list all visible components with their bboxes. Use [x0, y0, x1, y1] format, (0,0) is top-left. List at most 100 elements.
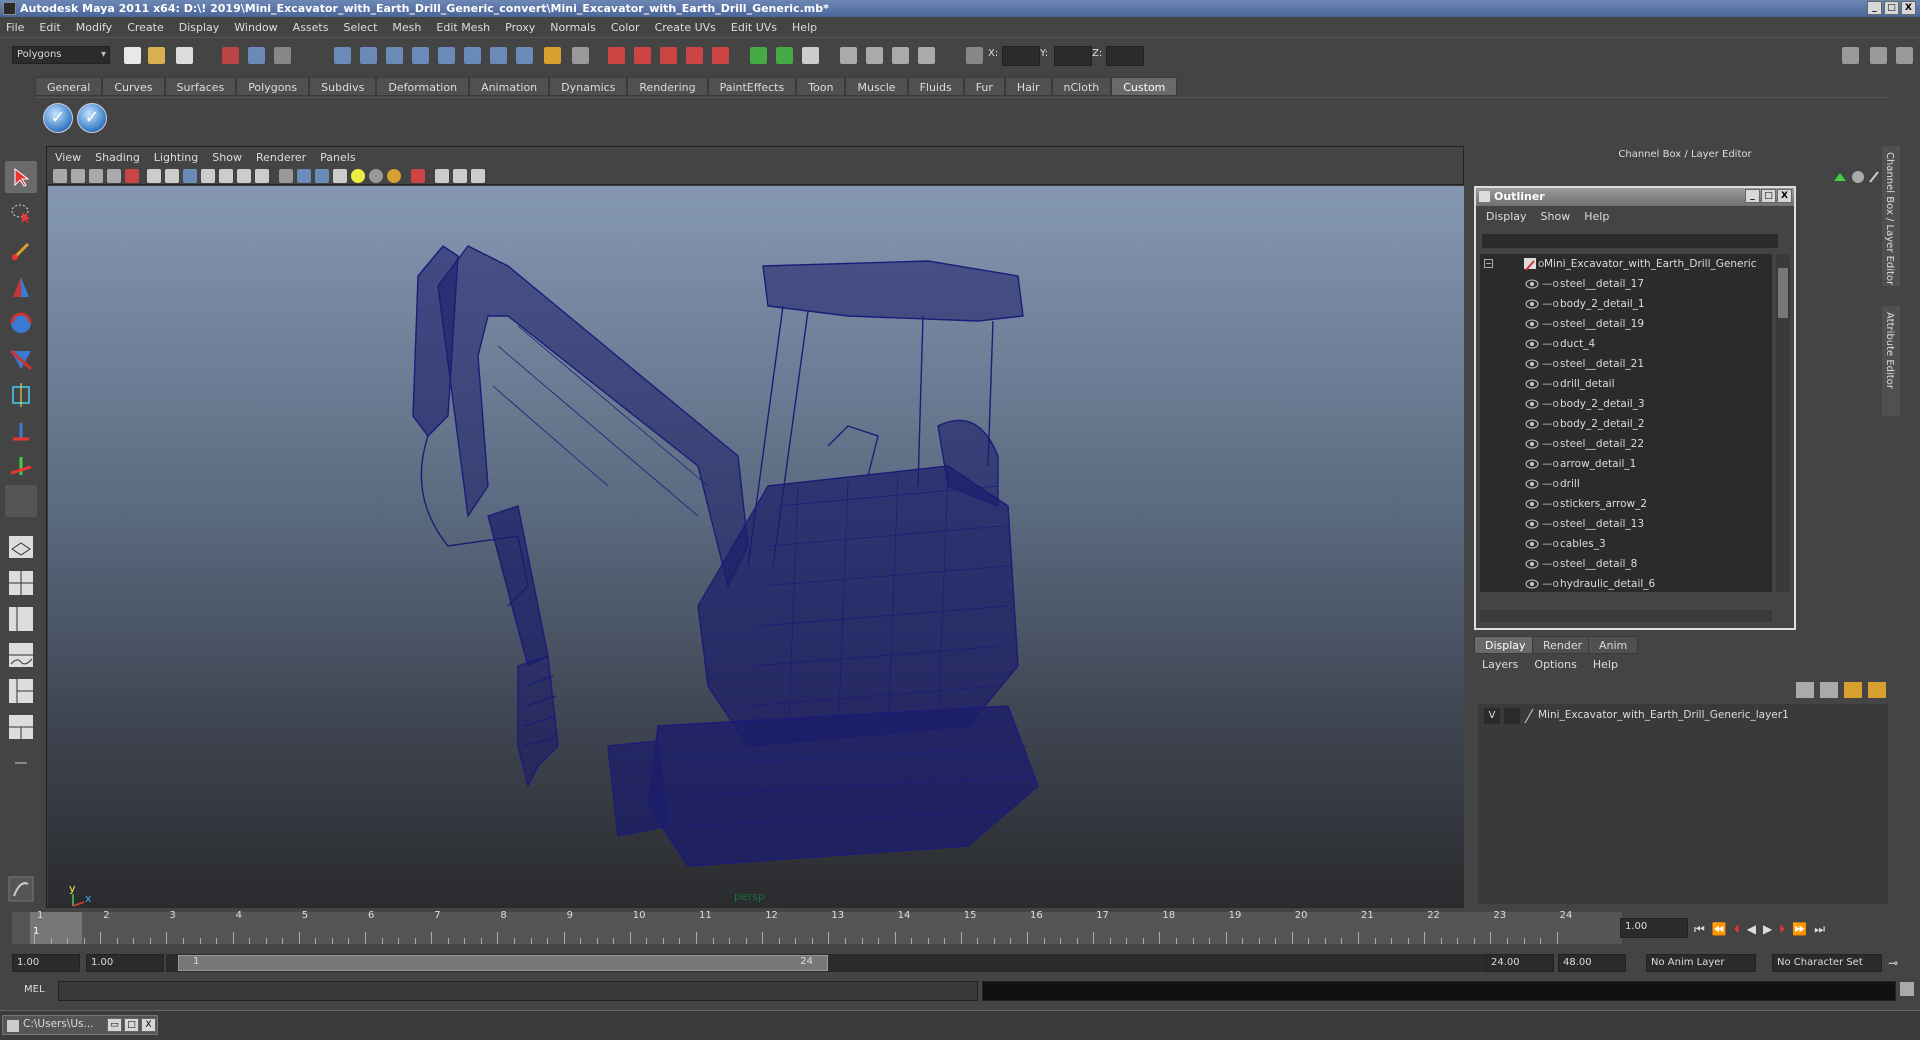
layer-visibility-toggle[interactable]: V — [1484, 708, 1500, 724]
paint-effects-brush-icon[interactable] — [5, 873, 37, 905]
lasso-tool-icon[interactable] — [5, 197, 37, 229]
construction-icon[interactable] — [490, 47, 507, 64]
help-icon[interactable] — [516, 47, 533, 64]
outliner-item[interactable]: —o steel__detail_17 — [1480, 274, 1770, 294]
auto-key-icon[interactable]: ⊸ — [1888, 956, 1898, 970]
taskbar-maximize-button[interactable]: □ — [124, 1018, 139, 1032]
tool-settings-toggle-icon[interactable] — [1896, 47, 1913, 64]
anim-layer-dropdown[interactable]: No Anim Layer — [1646, 954, 1756, 972]
paint-select-icon[interactable] — [5, 235, 37, 267]
snap-curve-icon[interactable] — [360, 47, 377, 64]
outliner-item[interactable]: —o arrow_detail_1 — [1480, 454, 1770, 474]
outliner-item[interactable]: —o steel__detail_8 — [1480, 554, 1770, 574]
field-chart-icon[interactable] — [219, 169, 233, 183]
layer-menu-options[interactable]: Options — [1534, 658, 1576, 671]
grid-icon[interactable] — [147, 169, 161, 183]
hypershade-icon[interactable] — [712, 47, 729, 64]
shelf-tab-custom[interactable]: Custom — [1111, 77, 1178, 96]
gate-mask-icon[interactable] — [201, 169, 215, 183]
render-settings-icon[interactable] — [686, 47, 703, 64]
snap-grid-icon[interactable] — [334, 47, 351, 64]
select-icon[interactable] — [572, 47, 589, 64]
render-current-icon[interactable] — [634, 47, 651, 64]
channel-box-toggle-icon[interactable] — [1842, 47, 1859, 64]
outliner-item[interactable]: —o duct_4 — [1480, 334, 1770, 354]
menu-edit-mesh[interactable]: Edit Mesh — [436, 21, 490, 34]
film-gate-icon[interactable] — [165, 169, 179, 183]
scale-tool-icon[interactable] — [5, 343, 37, 375]
outliner-item[interactable]: —o steel__detail_13 — [1480, 514, 1770, 534]
minimize-button[interactable]: _ — [1867, 1, 1882, 15]
current-time-field[interactable]: 1.00 — [1620, 918, 1688, 938]
outliner-horizontal-scrollbar[interactable] — [1480, 610, 1772, 622]
outliner-item[interactable]: —o cables_3 — [1480, 534, 1770, 554]
range-slider-handle[interactable]: 1 24 — [178, 955, 828, 971]
layout-options-icon[interactable] — [5, 747, 37, 779]
shelf-tab-rendering[interactable]: Rendering — [627, 77, 708, 96]
layer-down-icon[interactable] — [1868, 682, 1886, 698]
outliner-item[interactable]: —o hydraulic_detail_6 — [1480, 574, 1770, 592]
menu-create[interactable]: Create — [127, 21, 164, 34]
show-manipulator-icon[interactable] — [5, 449, 37, 481]
channel-box-side-tab[interactable]: Channel Box / Layer Editor — [1882, 146, 1900, 286]
snap-live-icon[interactable] — [438, 47, 455, 64]
viewport-menu-shading[interactable]: Shading — [95, 151, 140, 164]
camera-attributes-icon[interactable] — [71, 169, 85, 183]
new-scene-icon[interactable] — [124, 47, 141, 64]
step-forward-key-icon[interactable]: ⏵ — [1779, 922, 1785, 937]
layer-tab-render[interactable]: Render — [1532, 636, 1594, 654]
range-slider-track[interactable]: 1 24 — [166, 954, 1491, 972]
shelf-tab-fluids[interactable]: Fluids — [907, 77, 964, 96]
play-backwards-icon[interactable]: ◀ — [1747, 922, 1756, 936]
outliner-scroll-thumb[interactable] — [1778, 268, 1788, 318]
shelf-tab-polygons[interactable]: Polygons — [236, 77, 310, 96]
step-back-key-icon[interactable]: ⏴ — [1734, 922, 1740, 937]
hypershade-persp-layout-icon[interactable] — [5, 675, 37, 707]
menu-file[interactable]: File — [6, 21, 24, 34]
menu-select[interactable]: Select — [343, 21, 377, 34]
command-language-label[interactable]: MEL — [24, 984, 45, 995]
history-icon[interactable] — [464, 47, 481, 64]
taskbar-restore-button[interactable]: ▭ — [107, 1018, 122, 1032]
menu-modify[interactable]: Modify — [76, 21, 112, 34]
menu-normals[interactable]: Normals — [550, 21, 596, 34]
time-slider[interactable]: 1 1 2 3 4 5 6 7 8 9 10 11 12 13 14 15 16 17 18 19 20 21 22 23 2… — [12, 910, 1688, 948]
xray-icon[interactable] — [411, 169, 425, 183]
menu-assets[interactable]: Assets — [293, 21, 329, 34]
select-hierarchy-icon[interactable] — [222, 47, 239, 64]
select-object-icon[interactable] — [248, 47, 265, 64]
outliner-item[interactable]: —o drill — [1480, 474, 1770, 494]
wireframe-shading-icon[interactable] — [279, 169, 293, 183]
menu-edit[interactable]: Edit — [39, 21, 60, 34]
layer-display-type-toggle[interactable] — [1504, 708, 1520, 724]
outliner-persp-layout-icon[interactable] — [5, 603, 37, 635]
command-input[interactable] — [58, 981, 978, 1001]
outliner-tree[interactable]: − o Mini_Excavator_with_Earth_Drill_Gene… — [1480, 254, 1772, 592]
go-to-end-icon[interactable]: ⏭ — [1814, 922, 1825, 937]
menu-proxy[interactable]: Proxy — [505, 21, 535, 34]
shelf-tab-toon[interactable]: Toon — [796, 77, 846, 96]
shelf-tab-surfaces[interactable]: Surfaces — [164, 77, 237, 96]
outliner-item[interactable]: —o body_2_detail_1 — [1480, 294, 1770, 314]
outliner-item[interactable]: —o body_2_detail_3 — [1480, 394, 1770, 414]
taskbar-close-button[interactable]: X — [141, 1018, 156, 1032]
graph-persp-layout-icon[interactable] — [5, 639, 37, 671]
graph-icon[interactable] — [866, 47, 883, 64]
layer-up-icon[interactable] — [1844, 682, 1862, 698]
image-plane-icon[interactable] — [107, 169, 121, 183]
outliner-root-item[interactable]: − o Mini_Excavator_with_Earth_Drill_Gene… — [1480, 254, 1770, 274]
input-mode-icon[interactable] — [776, 47, 793, 64]
snap-point-icon[interactable] — [386, 47, 403, 64]
outliner-menu-help[interactable]: Help — [1584, 210, 1609, 223]
menu-window[interactable]: Window — [234, 21, 277, 34]
manipulator-tool-icon[interactable] — [5, 379, 37, 411]
layer-color-swatch[interactable] — [1524, 708, 1534, 724]
lock-icon[interactable] — [544, 47, 561, 64]
menu-mesh[interactable]: Mesh — [392, 21, 421, 34]
outliner-item[interactable]: —o steel__detail_19 — [1480, 314, 1770, 334]
safe-title-icon[interactable] — [255, 169, 269, 183]
viewport-menu-lighting[interactable]: Lighting — [154, 151, 198, 164]
input-line-icon[interactable] — [750, 47, 767, 64]
go-to-start-icon[interactable]: ⏮ — [1694, 922, 1705, 937]
step-back-icon[interactable]: ⏪ — [1712, 922, 1727, 936]
